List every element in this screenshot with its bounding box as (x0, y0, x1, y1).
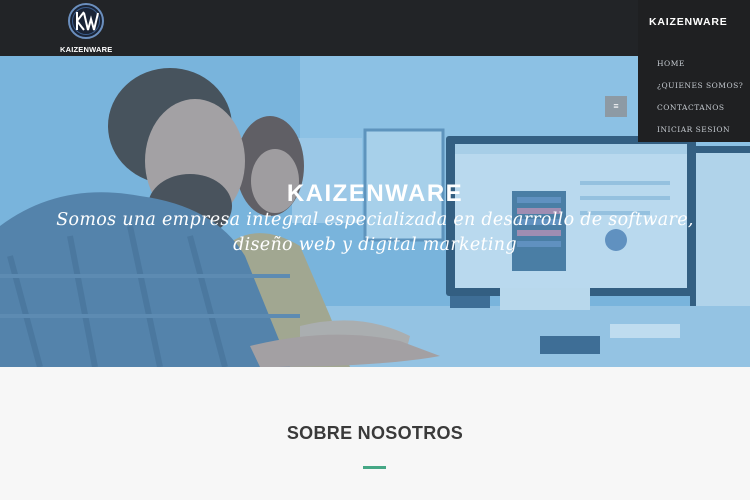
nav-dropdown-panel: KAIZENWARE HOME ¿QUIENES SOMOS? CONTACTA… (638, 0, 750, 142)
hero-title: KAIZENWARE (286, 180, 464, 207)
hero-subtitle-line-1: Somos una empresa integral especializada… (56, 210, 694, 230)
kw-logo-icon (68, 3, 104, 39)
about-title: SOBRE NOSOTROS (286, 423, 464, 443)
nav-item-home[interactable]: HOME (657, 59, 743, 81)
hero-subtitle: Somos una empresa integral especializada… (40, 208, 710, 258)
nav-item-contactanos[interactable]: CONTACTANOS (657, 103, 743, 125)
logo-text: KAIZENWARE (60, 45, 113, 54)
nav-item-iniciar-sesion[interactable]: INICIAR SESION (657, 125, 743, 147)
section-divider (363, 466, 386, 469)
nav-menu: HOME ¿QUIENES SOMOS? CONTACTANOS INICIAR… (657, 59, 743, 147)
nav-item-quienes-somos[interactable]: ¿QUIENES SOMOS? (657, 81, 743, 103)
menu-toggle-button[interactable]: ≡ (605, 96, 627, 117)
hero-subtitle-line-2: diseño web y digital marketing (233, 235, 517, 255)
site-logo[interactable]: KAIZENWARE (60, 2, 112, 54)
nav-brand[interactable]: KAIZENWARE (649, 16, 728, 28)
